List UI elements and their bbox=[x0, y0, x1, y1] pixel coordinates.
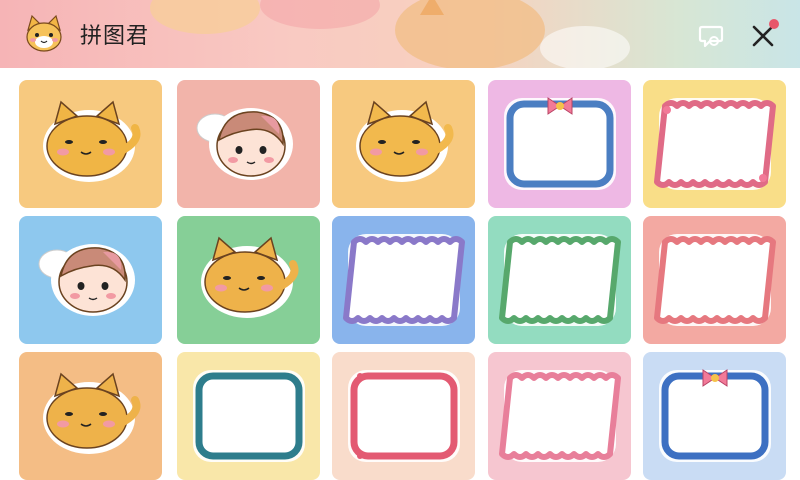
sticker-tile-girl[interactable] bbox=[19, 216, 162, 344]
sticker-tile-girl[interactable] bbox=[177, 80, 320, 208]
sticker-tile-frame[interactable] bbox=[488, 216, 631, 344]
sticker-tile-frame[interactable] bbox=[488, 352, 631, 480]
sticker-tile-cat[interactable] bbox=[19, 352, 162, 480]
sticker-tile-cat[interactable] bbox=[19, 80, 162, 208]
sticker-image bbox=[643, 216, 786, 344]
sticker-tile-frame[interactable] bbox=[332, 216, 475, 344]
sticker-tile-frame[interactable] bbox=[177, 352, 320, 480]
sticker-image bbox=[488, 352, 631, 480]
sticker-tile-frame[interactable] bbox=[643, 80, 786, 208]
sticker-image bbox=[332, 352, 475, 480]
sticker-image bbox=[177, 352, 320, 480]
sticker-image bbox=[488, 216, 631, 344]
sticker-tile-frame[interactable] bbox=[643, 216, 786, 344]
sticker-tile-frame[interactable] bbox=[643, 352, 786, 480]
sticker-tile-cat[interactable] bbox=[177, 216, 320, 344]
sticker-image bbox=[177, 216, 320, 344]
sticker-image bbox=[19, 352, 162, 480]
cat-face-icon bbox=[26, 14, 62, 52]
sticker-tile-cat[interactable] bbox=[332, 80, 475, 208]
sticker-image bbox=[332, 216, 475, 344]
sticker-image bbox=[332, 80, 475, 208]
app-header: 拼图君 bbox=[0, 0, 800, 68]
notification-dot bbox=[769, 19, 779, 29]
sticker-image bbox=[643, 80, 786, 208]
sticker-image bbox=[19, 216, 162, 344]
sticker-tile-frame[interactable] bbox=[488, 80, 631, 208]
sticker-image bbox=[488, 80, 631, 208]
sticker-tile-frame[interactable] bbox=[332, 352, 475, 480]
sticker-image bbox=[643, 352, 786, 480]
app-title: 拼图君 bbox=[80, 24, 150, 49]
sticker-image bbox=[177, 80, 320, 208]
sticker-grid bbox=[19, 80, 786, 480]
sticker-image bbox=[19, 80, 162, 208]
speech-bubble-icon[interactable] bbox=[697, 22, 725, 50]
